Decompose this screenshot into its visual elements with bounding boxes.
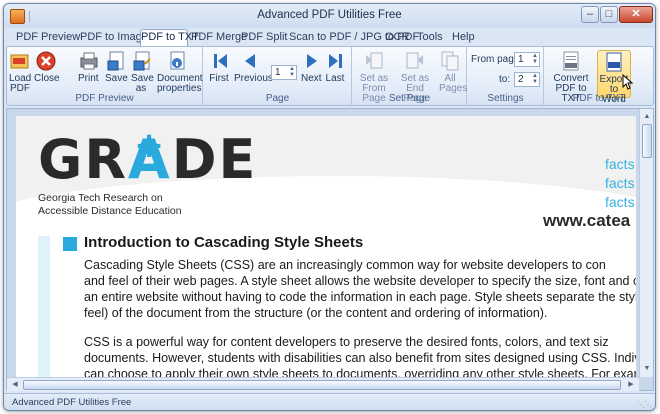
folder-pdf-icon xyxy=(10,54,29,69)
tab-pdf-merge[interactable]: PDF Merge xyxy=(191,30,247,46)
page-spinner-icon[interactable]: ▲ ▼ xyxy=(289,66,295,78)
tab-ocr[interactable]: OCR xyxy=(385,30,409,46)
first-page-icon xyxy=(214,54,227,68)
save-as-icon xyxy=(133,51,151,71)
facts-text-3: facts xyxy=(605,194,635,210)
tab-help[interactable]: Help xyxy=(452,30,475,46)
status-text: Advanced PDF Utilities Free xyxy=(12,397,132,408)
next-page-button[interactable]: Next xyxy=(301,50,322,84)
group-label-pdf-to-txt: PDF to TXT xyxy=(572,93,626,104)
document-info-icon xyxy=(170,51,185,70)
all-pages-button[interactable]: All Pages xyxy=(439,50,467,94)
minimize-button[interactable]: – xyxy=(581,6,599,23)
tab-tools[interactable]: Tools xyxy=(417,30,443,46)
load-pdf-button[interactable]: Load PDF xyxy=(9,50,31,94)
horizontal-scrollbar[interactable]: ◀ ▶ xyxy=(7,377,639,391)
facts-text-2: facts xyxy=(605,175,635,191)
pdf-page: GRADE + Georgia Tech Research on Accessib… xyxy=(16,116,636,381)
close-circle-icon xyxy=(36,51,56,71)
section-marker xyxy=(63,237,77,251)
group-settings: From page: 1 ▲ ▼ to: 2 ▲ ▼ Settings xyxy=(468,47,544,105)
doc-file-icon xyxy=(606,52,622,72)
last-page-icon xyxy=(329,54,342,68)
ribbon-tabs: PDF Preview PDF to Image PDF to TXT PDF … xyxy=(4,28,655,47)
paragraph-1-line-3: an entire website without having to code… xyxy=(84,290,636,304)
logo-subtitle-2: Accessible Distance Education xyxy=(38,205,182,217)
logo-plus: + xyxy=(134,125,167,166)
printer-icon xyxy=(80,52,98,70)
save-document-icon xyxy=(107,51,124,71)
save-as-button[interactable]: Save as xyxy=(131,50,154,94)
facts-text-1: facts xyxy=(605,156,635,172)
logo-subtitle-1: Georgia Tech Research on xyxy=(38,192,163,204)
ribbon: Load PDF Close Print Save Save as Docume… xyxy=(6,46,654,106)
scroll-down-icon[interactable]: ▼ xyxy=(642,363,652,375)
logo-wordmark: GRADE + xyxy=(38,125,257,188)
tab-pdf-to-txt[interactable]: PDF to TXT xyxy=(140,29,199,47)
group-page: First Previous 1 ▲ ▼ Next Last Page xyxy=(204,47,352,105)
title-bar: Advanced PDF Utilities Free – □ ✕ xyxy=(4,4,655,28)
grade-logo: GRADE + Georgia Tech Research on Accessib… xyxy=(38,125,257,217)
paragraph-2-line-2: documents. However, students with disabi… xyxy=(84,351,636,365)
group-label-pdf-preview: PDF Preview xyxy=(75,93,134,104)
previous-page-button[interactable]: Previous xyxy=(234,50,273,84)
app-window: Advanced PDF Utilities Free – □ ✕ PDF Pr… xyxy=(3,3,656,411)
tab-pdf-split[interactable]: PDF Split xyxy=(241,30,287,46)
scroll-up-icon[interactable]: ▲ xyxy=(642,111,652,123)
scroll-left-icon[interactable]: ◀ xyxy=(9,379,21,391)
mouse-cursor-icon xyxy=(622,74,634,90)
previous-icon xyxy=(245,54,255,68)
print-button[interactable]: Print xyxy=(78,50,99,84)
page-number-input[interactable]: 1 ▲ ▼ xyxy=(271,65,297,80)
website-url: www.catea xyxy=(543,211,631,230)
set-end-page-icon xyxy=(406,52,423,69)
section-heading: Introduction to Cascading Style Sheets xyxy=(84,234,364,251)
save-button[interactable]: Save xyxy=(105,50,128,84)
to-spinner-icon[interactable]: ▲ ▼ xyxy=(532,73,538,85)
paragraph-1-line-2: and feel of their web pages. A style she… xyxy=(84,274,636,288)
vertical-scrollbar[interactable]: ▲ ▼ xyxy=(639,109,653,377)
pdf-preview-area[interactable]: GRADE + Georgia Tech Research on Accessib… xyxy=(6,108,654,391)
group-label-set-page: Set Page xyxy=(388,93,431,104)
last-page-button[interactable]: Last xyxy=(325,50,345,84)
scroll-right-icon[interactable]: ▶ xyxy=(625,379,637,391)
group-set-page: Set as From Page Set as End Page All Pag… xyxy=(353,47,467,105)
next-icon xyxy=(307,54,317,68)
group-label-page: Page xyxy=(265,93,290,104)
from-page-input[interactable]: 1 ▲ ▼ xyxy=(514,52,540,67)
to-page-input[interactable]: 2 ▲ ▼ xyxy=(514,72,540,87)
left-decoration-strip xyxy=(38,236,50,381)
txt-file-icon xyxy=(563,51,579,71)
vertical-scroll-thumb[interactable] xyxy=(642,124,652,158)
close-window-button[interactable]: ✕ xyxy=(619,6,653,23)
tab-pdf-preview[interactable]: PDF Preview xyxy=(16,30,80,46)
close-pdf-button[interactable]: Close xyxy=(34,50,60,84)
horizontal-scroll-thumb[interactable] xyxy=(23,380,621,390)
resize-grip-icon[interactable]: ⋱⋱ xyxy=(637,400,652,409)
group-pdf-preview: Load PDF Close Print Save Save as Docume… xyxy=(7,47,203,105)
tab-scan-to-pdf[interactable]: Scan to PDF / JPG to PDF xyxy=(289,30,419,46)
paragraph-1-line-4: feel) of the document from the structure… xyxy=(84,306,548,320)
first-page-button[interactable]: First xyxy=(209,50,229,84)
to-page-label: to: xyxy=(499,74,511,85)
tab-pdf-to-image[interactable]: PDF to Image xyxy=(80,30,148,46)
window-title: Advanced PDF Utilities Free xyxy=(257,9,402,21)
paragraph-1-line-1: Cascading Style Sheets (CSS) are an incr… xyxy=(84,258,606,272)
all-pages-icon xyxy=(441,51,459,71)
document-properties-button[interactable]: Document properties xyxy=(157,50,203,94)
paragraph-2-line-1: CSS is a powerful way for content develo… xyxy=(84,335,609,349)
group-label-settings: Settings xyxy=(487,93,524,104)
from-spinner-icon[interactable]: ▲ ▼ xyxy=(532,53,538,65)
maximize-button[interactable]: □ xyxy=(600,6,618,23)
group-pdf-to-txt: Convert PDF to TXT Export to Word PDF to… xyxy=(545,47,653,105)
status-bar: Advanced PDF Utilities Free ⋱⋱ xyxy=(4,393,655,410)
set-from-page-icon xyxy=(366,52,383,69)
